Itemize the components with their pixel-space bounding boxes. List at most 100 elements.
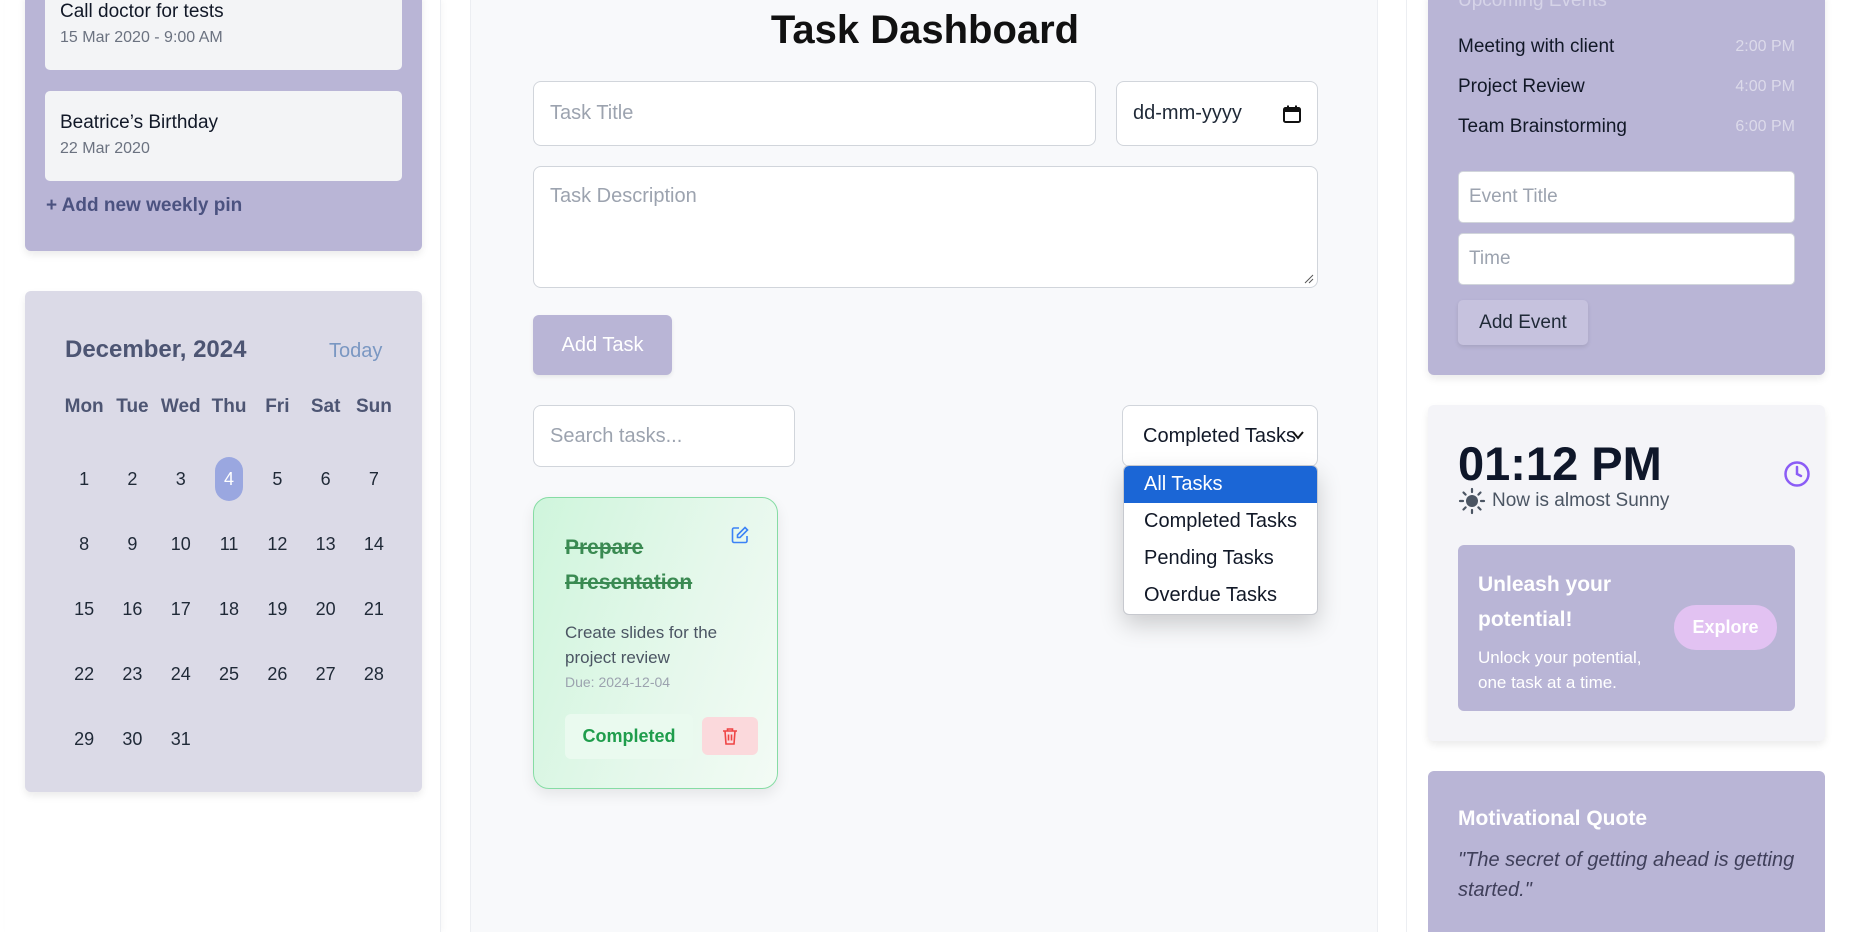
calendar-day[interactable]: 8 (60, 511, 108, 576)
calendar-grid: Mon Tue Wed Thu Fri Sat Sun 1 2 3 4 5 6 7 8 9 10 11 12 13 14… (60, 396, 400, 771)
filter-option-all[interactable]: All Tasks (1124, 466, 1317, 503)
calendar-day-number: 30 (122, 728, 143, 749)
completed-status-button[interactable]: Completed (565, 714, 693, 759)
calendar-day[interactable]: 29 (60, 706, 108, 771)
calendar-day[interactable]: 25 (205, 641, 253, 706)
calendar-day-number: 28 (363, 663, 384, 684)
calendar-day[interactable]: 16 (108, 576, 156, 641)
calendar-day[interactable]: 27 (301, 641, 349, 706)
sun-icon (1458, 487, 1486, 515)
weekday-header: Wed (160, 396, 201, 417)
pin-item[interactable]: Beatrice’s Birthday 22 Mar 2020 (45, 91, 402, 181)
calendar-day-number: 19 (267, 598, 288, 619)
calendar-day[interactable]: 24 (157, 641, 205, 706)
calendar-day-number: 25 (219, 663, 240, 684)
calendar-day[interactable]: 26 (253, 641, 301, 706)
quote-title: Motivational Quote (1458, 807, 1647, 830)
calendar-day-number: 2 (127, 468, 138, 489)
calendar-day-number: 6 (320, 468, 331, 489)
calendar-day[interactable]: 21 (350, 576, 398, 641)
filter-selected-value: Completed Tasks (1143, 424, 1297, 447)
calendar-day-number: 31 (170, 728, 191, 749)
calendar-day[interactable]: 18 (205, 576, 253, 641)
event-name: Team Brainstorming (1458, 116, 1627, 137)
event-name: Meeting with client (1458, 36, 1615, 57)
calendar-day[interactable]: 20 (301, 576, 349, 641)
today-button[interactable]: Today (329, 340, 382, 363)
calendar-day-number: 26 (267, 663, 288, 684)
weekly-pins-card: Call doctor for tests 15 Mar 2020 - 9:00… (25, 0, 422, 251)
calendar-day[interactable]: 19 (253, 576, 301, 641)
calendar-day-number: 15 (74, 598, 95, 619)
task-filter-select[interactable]: Completed Tasks (1122, 405, 1318, 467)
search-tasks-input[interactable]: Search tasks... (533, 405, 795, 467)
calendar-day[interactable]: 10 (157, 511, 205, 576)
promo-title: Unleash your potential! (1478, 573, 1612, 631)
event-time: 4:00 PM (1735, 78, 1795, 95)
calendar-icon[interactable] (1283, 105, 1301, 123)
promo-banner: Unleash your potential! Unlock your pote… (1458, 545, 1795, 711)
event-time: 2:00 PM (1735, 38, 1795, 55)
calendar-day[interactable]: 13 (301, 511, 349, 576)
add-weekly-pin-button[interactable]: + Add new weekly pin (46, 195, 242, 217)
calendar-day-number: 4 (215, 456, 244, 501)
weekday-header: Sun (355, 396, 392, 417)
calendar-day[interactable]: 14 (350, 511, 398, 576)
calendar-day[interactable]: 7 (350, 446, 398, 511)
weekday-header: Mon (64, 396, 104, 417)
filter-option-pending[interactable]: Pending Tasks (1124, 540, 1317, 577)
pin-item[interactable]: Call doctor for tests 15 Mar 2020 - 9:00… (45, 0, 402, 70)
calendar-day[interactable]: 12 (253, 511, 301, 576)
explore-button[interactable]: Explore (1674, 605, 1777, 650)
calendar-day[interactable]: 5 (253, 446, 301, 511)
edit-icon[interactable] (731, 526, 749, 544)
calendar-day[interactable]: 2 (108, 446, 156, 511)
event-title-input[interactable]: Event Title (1458, 171, 1795, 223)
filter-dropdown: All Tasks Completed Tasks Pending Tasks … (1123, 465, 1318, 615)
calendar-day-number: 27 (315, 663, 336, 684)
weekday-header: Thu (211, 396, 247, 417)
calendar-day-number: 3 (175, 468, 186, 489)
calendar-day-number: 14 (363, 533, 384, 554)
calendar-day-number: 8 (79, 533, 90, 554)
calendar-day[interactable]: 22 (60, 641, 108, 706)
filter-option-completed[interactable]: Completed Tasks (1124, 503, 1317, 540)
calendar-day[interactable]: 11 (205, 511, 253, 576)
task-title-input[interactable]: Task Title (533, 81, 1096, 146)
calendar-day-number: 17 (170, 598, 191, 619)
calendar-day-number: 13 (315, 533, 336, 554)
calendar-day[interactable]: 23 (108, 641, 156, 706)
calendar-day[interactable]: 1 (60, 446, 108, 511)
calendar-day[interactable]: 6 (301, 446, 349, 511)
event-item: Meeting with client 2:00 PM (1458, 27, 1795, 67)
task-description: Create slides for the project review (565, 623, 718, 667)
promo-subtitle: Unlock your potential, one task at a tim… (1478, 648, 1642, 692)
calendar-day[interactable]: 30 (108, 706, 156, 771)
pin-date: 15 Mar 2020 - 9:00 AM (60, 29, 223, 46)
event-item: Project Review 4:00 PM (1458, 67, 1795, 107)
events-heading: Upcoming Events (1458, 0, 1607, 11)
filter-option-overdue[interactable]: Overdue Tasks (1124, 577, 1317, 614)
weekday-header: Tue (116, 396, 149, 417)
event-time: 6:00 PM (1735, 118, 1795, 135)
calendar-day[interactable]: 28 (350, 641, 398, 706)
clock-card: 01:12 PM Now is almost Sunny Unleash you… (1428, 405, 1825, 741)
calendar-day-number: 24 (170, 663, 191, 684)
resize-grip-icon[interactable] (1304, 274, 1314, 284)
due-date-input[interactable]: dd-mm-yyyy (1116, 81, 1318, 146)
calendar-day[interactable]: 17 (157, 576, 205, 641)
calendar-day[interactable]: 15 (60, 576, 108, 641)
add-task-button[interactable]: Add Task (533, 315, 672, 375)
calendar-day-number: 7 (368, 468, 379, 489)
calendar-month: December, 2024 (65, 336, 247, 363)
calendar-day[interactable]: 9 (108, 511, 156, 576)
calendar-day[interactable]: 4 (205, 446, 253, 511)
task-description-input[interactable]: Task Description (533, 166, 1318, 288)
calendar-day-number: 22 (74, 663, 95, 684)
delete-task-button[interactable] (702, 717, 758, 755)
calendar-day[interactable]: 31 (157, 706, 205, 771)
task-card: Prepare Presentation Create slides for t… (533, 497, 778, 789)
add-event-button[interactable]: Add Event (1458, 300, 1588, 345)
event-time-input[interactable]: Time (1458, 233, 1795, 285)
calendar-day[interactable]: 3 (157, 446, 205, 511)
